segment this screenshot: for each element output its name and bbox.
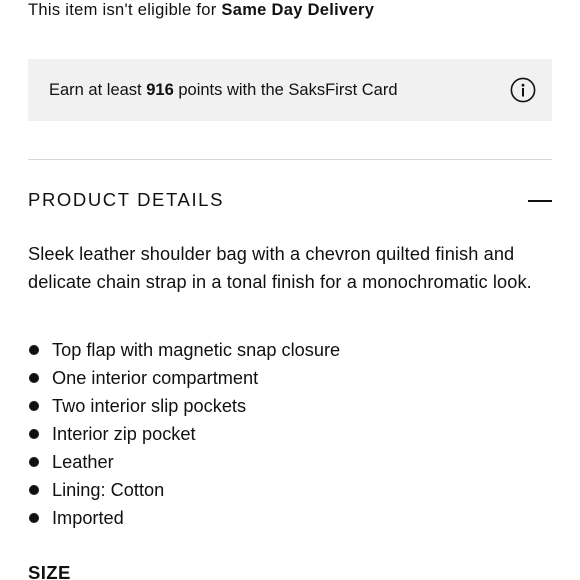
feature-text: Top flap with magnetic snap closure [52,340,341,360]
list-item: Two interior slip pockets [28,392,548,420]
feature-text: Leather [52,452,114,472]
rewards-suffix: points with the SaksFirst Card [173,80,398,99]
feature-text: Lining: Cotton [52,480,165,500]
bullet-icon [29,401,39,411]
bullet-icon [29,373,39,383]
delivery-notice-prefix: This item isn't eligible for [28,1,222,19]
product-page: This item isn't eligible for Same Day De… [0,0,580,580]
size-heading: SIZE [28,562,71,580]
feature-text: Two interior slip pockets [52,396,247,416]
section-divider [28,159,552,160]
feature-text: One interior compartment [52,368,259,388]
rewards-points-text: Earn at least 916 points with the SaksFi… [49,81,510,100]
rewards-points-banner: Earn at least 916 points with the SaksFi… [28,59,552,121]
product-details-toggle[interactable]: PRODUCT DETAILS [28,186,552,214]
feature-text: Interior zip pocket [52,424,196,444]
bullet-icon [29,457,39,467]
product-description: Sleek leather shoulder bag with a chevro… [28,244,532,292]
delivery-eligibility-notice: This item isn't eligible for Same Day De… [28,0,374,21]
minus-icon[interactable] [528,190,552,210]
product-features-list: Top flap with magnetic snap closure One … [28,336,548,532]
list-item: Lining: Cotton [28,476,548,504]
list-item: Imported [28,504,548,532]
bullet-icon [29,429,39,439]
delivery-notice-emphasis: Same Day Delivery [221,1,375,19]
rewards-points-value: 916 [146,80,174,99]
feature-text: Imported [52,508,124,528]
bullet-icon [29,513,39,523]
bullet-icon [29,485,39,495]
product-details-title: PRODUCT DETAILS [28,189,225,210]
list-item: Interior zip pocket [28,420,548,448]
rewards-prefix: Earn at least [49,80,147,99]
list-item: One interior compartment [28,364,548,392]
list-item: Top flap with magnetic snap closure [28,336,548,364]
bullet-icon [29,345,39,355]
list-item: Leather [28,448,548,476]
info-circle-icon[interactable] [510,77,536,103]
